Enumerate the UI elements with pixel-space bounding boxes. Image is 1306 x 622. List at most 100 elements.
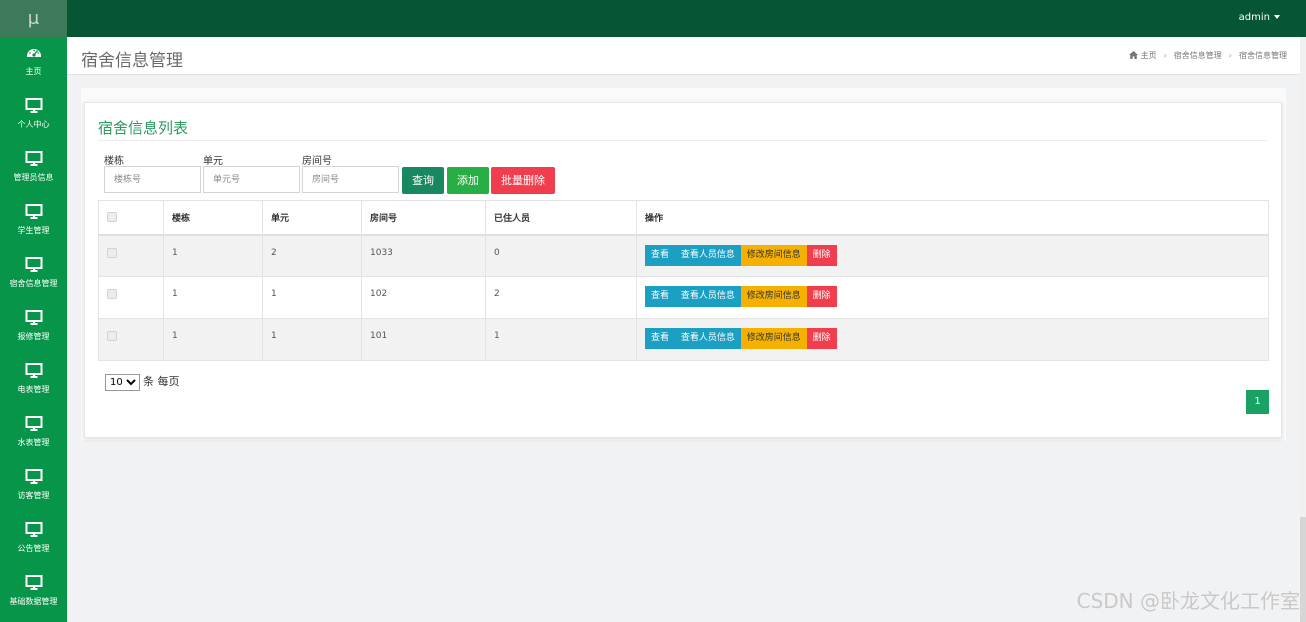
cell-building: 1 [163, 276, 263, 319]
monitor-icon [25, 257, 42, 272]
user-menu[interactable]: admin [1239, 0, 1280, 37]
row-checkbox[interactable] [107, 289, 117, 299]
sidebar-item-students[interactable]: 学生管理 [0, 196, 67, 249]
page-size-control: 10条 每页 [105, 373, 180, 391]
sidebar-item-visitors[interactable]: 访客管理 [0, 461, 67, 514]
column-header: 单元 [262, 200, 362, 236]
monitor-icon [25, 363, 42, 378]
view-button[interactable]: 查看 [645, 244, 676, 266]
breadcrumb-separator-icon: › [1228, 51, 1232, 60]
sidebar-item-label: 公告管理 [17, 544, 50, 553]
sidebar-item-label: 管理员信息 [13, 173, 54, 182]
monitor-icon [25, 522, 42, 537]
unit-input[interactable] [203, 166, 300, 193]
dorm-table: 楼栋 单元 房间号 已住人员 操作 1 2 1033 0 查看 查看人员信息 修… [98, 200, 1269, 361]
table-row: 1 1 101 1 查看 查看人员信息 修改房间信息 删除 [98, 318, 1269, 361]
column-header: 房间号 [361, 200, 486, 236]
cell-unit: 2 [262, 234, 362, 277]
sidebar-item-repairs[interactable]: 报修管理 [0, 302, 67, 355]
sidebar-item-label: 个人中心 [17, 120, 50, 129]
column-header: 已住人员 [485, 200, 637, 236]
select-all-cell [98, 200, 164, 236]
delete-button[interactable]: 删除 [806, 328, 837, 349]
sidebar-item-label: 基础数据管理 [9, 597, 58, 606]
csdn-watermark: CSDN @卧龙文化工作室 [1076, 589, 1300, 613]
breadcrumb-separator-icon: › [1163, 51, 1167, 60]
edit-room-button[interactable]: 修改房间信息 [740, 286, 807, 307]
edit-room-button[interactable]: 修改房间信息 [740, 244, 807, 266]
monitor-icon [25, 575, 42, 590]
table-row: 1 1 102 2 查看 查看人员信息 修改房间信息 删除 [98, 276, 1269, 319]
room-input[interactable] [302, 166, 399, 193]
add-button[interactable]: 添加 [447, 167, 489, 194]
select-all-checkbox[interactable] [107, 212, 117, 222]
cell-room: 102 [361, 276, 486, 319]
row-select-cell [98, 318, 164, 361]
batch-delete-button[interactable]: 批量删除 [491, 167, 555, 194]
view-button[interactable]: 查看 [645, 328, 676, 349]
sidebar: 主页 个人中心 管理员信息 学生管理 宿舍信息管理 报修管理 电表管理 水表管理… [0, 37, 67, 622]
caret-down-icon [1274, 15, 1280, 19]
edit-room-button[interactable]: 修改房间信息 [740, 328, 807, 349]
sidebar-item-admin-info[interactable]: 管理员信息 [0, 143, 67, 196]
sidebar-item-home[interactable]: 主页 [0, 37, 67, 90]
cell-room: 101 [361, 318, 486, 361]
delete-button[interactable]: 删除 [806, 244, 837, 266]
delete-button[interactable]: 删除 [806, 286, 837, 307]
building-input[interactable] [104, 166, 201, 193]
cell-room: 1033 [361, 234, 486, 277]
cell-actions: 查看 查看人员信息 修改房间信息 删除 [636, 318, 1269, 361]
row-checkbox[interactable] [107, 331, 117, 341]
home-icon [1128, 51, 1138, 59]
sidebar-item-label: 水表管理 [17, 438, 50, 447]
sidebar-item-water[interactable]: 水表管理 [0, 408, 67, 461]
scrollbar-thumb[interactable] [1300, 37, 1306, 517]
monitor-icon [25, 416, 42, 431]
user-name: admin [1238, 12, 1270, 23]
view-people-button[interactable]: 查看人员信息 [674, 328, 741, 349]
dorm-list-panel: 宿舍信息列表 楼栋 单元 房间号 查询 添加 批量删除 [84, 102, 1282, 438]
filter-unit: 单元 [203, 152, 300, 193]
breadcrumb-item[interactable]: 宿舍信息管理 [1174, 51, 1222, 60]
sidebar-item-base-data[interactable]: 基础数据管理 [0, 567, 67, 620]
page-size-suffix: 条 每页 [143, 375, 180, 388]
query-button[interactable]: 查询 [402, 167, 444, 194]
sidebar-item-label: 主页 [25, 67, 42, 76]
sidebar-item-label: 学生管理 [17, 226, 50, 235]
monitor-icon [25, 98, 42, 113]
cell-occupants: 1 [485, 318, 637, 361]
page-scrollbar[interactable] [1300, 37, 1306, 622]
cell-actions: 查看 查看人员信息 修改房间信息 删除 [636, 276, 1269, 319]
cell-building: 1 [163, 234, 263, 277]
column-header: 楼栋 [163, 200, 263, 236]
page-1-button[interactable]: 1 [1246, 390, 1269, 414]
breadcrumb-home[interactable]: 主页 [1141, 51, 1157, 60]
cell-unit: 1 [262, 276, 362, 319]
view-people-button[interactable]: 查看人员信息 [674, 244, 741, 266]
panel-title: 宿舍信息列表 [98, 119, 189, 137]
view-people-button[interactable]: 查看人员信息 [674, 286, 741, 307]
row-checkbox[interactable] [107, 247, 117, 258]
sidebar-item-personal-center[interactable]: 个人中心 [0, 90, 67, 143]
view-button[interactable]: 查看 [645, 286, 676, 307]
sidebar-item-dorm-info[interactable]: 宿舍信息管理 [0, 249, 67, 302]
cell-actions: 查看 查看人员信息 修改房间信息 删除 [636, 234, 1269, 277]
row-select-cell [98, 234, 164, 277]
sidebar-item-announcements[interactable]: 公告管理 [0, 514, 67, 567]
filter-label: 单元 [203, 156, 223, 167]
cell-unit: 1 [262, 318, 362, 361]
dashboard-icon [26, 49, 41, 57]
monitor-icon [25, 204, 42, 219]
title-divider [98, 140, 1268, 141]
breadcrumb: 主页 › 宿舍信息管理 › 宿舍信息管理 [1128, 50, 1287, 61]
filter-building: 楼栋 [104, 152, 201, 193]
monitor-icon [25, 151, 42, 166]
table-header-row: 楼栋 单元 房间号 已住人员 操作 [98, 200, 1269, 236]
sidebar-item-electricity[interactable]: 电表管理 [0, 355, 67, 408]
page-size-select[interactable]: 10 [105, 374, 140, 391]
monitor-icon [25, 310, 42, 325]
app-logo[interactable]: μ [0, 0, 67, 37]
table-row: 1 2 1033 0 查看 查看人员信息 修改房间信息 删除 [98, 234, 1269, 277]
filter-room: 房间号 [302, 152, 399, 193]
sidebar-item-label: 报修管理 [17, 332, 50, 341]
